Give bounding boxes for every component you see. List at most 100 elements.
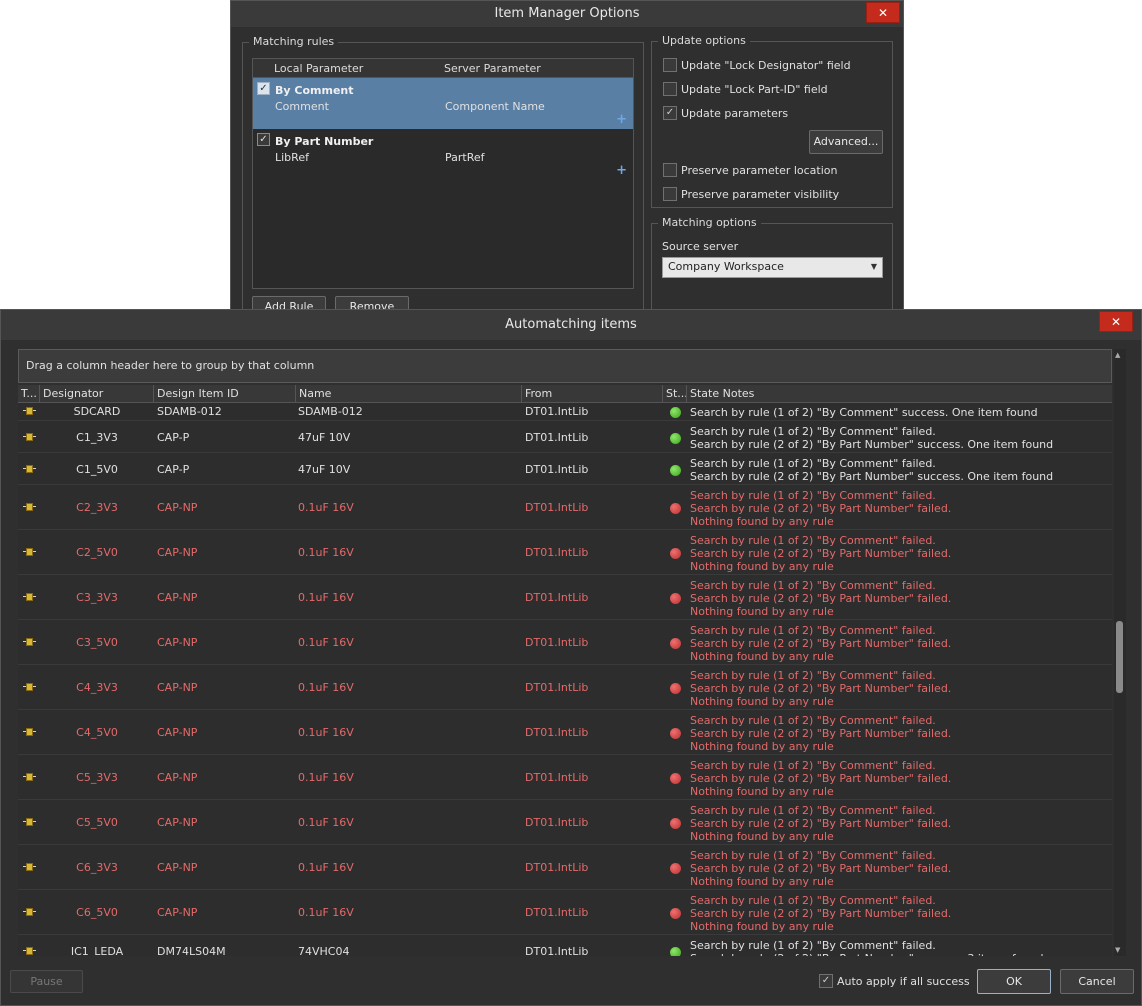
table-row[interactable]: IC1_LEDA DM74LS04M 74VHC04 DT01.IntLib Searc… <box>18 936 1112 956</box>
from-cell: DT01.IntLib <box>525 501 589 514</box>
state-note-line: Nothing found by any rule <box>690 695 834 708</box>
column-design-item-id[interactable]: Design Item ID <box>154 385 296 403</box>
state-note-line: Search by rule (1 of 2) "By Comment" fai… <box>690 624 936 637</box>
red-status-dot-icon <box>670 638 681 649</box>
red-status-dot-icon <box>670 728 681 739</box>
designator-cell: IC1_LEDA <box>70 945 124 956</box>
state-note-line: Nothing found by any rule <box>690 830 834 843</box>
state-notes-cell: Search by rule (1 of 2) "By Comment" fai… <box>690 714 951 753</box>
auto-apply-checkbox[interactable]: ✓ <box>819 974 833 988</box>
name-cell: 0.1uF 16V <box>298 906 354 919</box>
table-row[interactable]: C5_5V0 CAP-NP 0.1uF 16V DT01.IntLib Search b… <box>18 801 1112 845</box>
name-cell: 0.1uF 16V <box>298 501 354 514</box>
table-row[interactable]: C3_3V3 CAP-NP 0.1uF 16V DT01.IntLib Search b… <box>18 576 1112 620</box>
add-parameter-plus-icon[interactable]: + <box>616 112 627 127</box>
column-local-parameter[interactable]: Local Parameter <box>274 62 363 75</box>
state-note-line: Search by rule (1 of 2) "By Comment" fai… <box>690 457 936 470</box>
table-row[interactable]: SDCARD SDAMB-012 SDAMB-012 DT01.IntLib Searc… <box>18 403 1112 421</box>
design-item-id-cell: CAP-P <box>157 431 190 444</box>
scroll-down-icon[interactable]: ▼ <box>1115 946 1120 954</box>
designator-cell: C3_3V3 <box>76 591 118 604</box>
table-row[interactable]: C4_5V0 CAP-NP 0.1uF 16V DT01.IntLib Search b… <box>18 711 1112 755</box>
red-status-dot-icon <box>670 908 681 919</box>
automatching-close-button[interactable]: ✕ <box>1099 311 1133 332</box>
state-note-line: Search by rule (1 of 2) "By Comment" suc… <box>690 406 1038 419</box>
name-cell: 0.1uF 16V <box>298 681 354 694</box>
name-cell: SDAMB-012 <box>298 405 363 418</box>
scroll-up-icon[interactable]: ▲ <box>1115 351 1120 359</box>
table-row[interactable]: C1_3V3 CAP-P 47uF 10V DT01.IntLib Search by … <box>18 422 1112 453</box>
component-chip-icon <box>23 407 36 415</box>
column-type[interactable]: T... <box>18 385 40 403</box>
automatching-grid[interactable]: T... Designator Design Item ID Name From… <box>18 385 1112 956</box>
source-server-select[interactable]: Company Workspace ▼ <box>662 257 883 278</box>
state-notes-cell: Search by rule (1 of 2) "By Comment" fai… <box>690 849 951 888</box>
cancel-button[interactable]: Cancel <box>1060 969 1134 994</box>
design-item-id-cell: DM74LS04M <box>157 945 226 956</box>
rule-checkbox[interactable]: ✓ <box>257 82 270 95</box>
preserve-location-checkbox[interactable] <box>663 163 677 177</box>
state-note-line: Nothing found by any rule <box>690 560 834 573</box>
from-cell: DT01.IntLib <box>525 816 589 829</box>
rule-by-part-number[interactable]: ✓ By Part Number LibRef PartRef + <box>253 129 633 180</box>
component-chip-icon <box>23 863 36 871</box>
state-note-line: Search by rule (1 of 2) "By Comment" fai… <box>690 804 936 817</box>
column-name[interactable]: Name <box>296 385 522 403</box>
design-item-id-cell: CAP-NP <box>157 546 198 559</box>
name-cell: 0.1uF 16V <box>298 546 354 559</box>
table-row[interactable]: C2_3V3 CAP-NP 0.1uF 16V DT01.IntLib Search b… <box>18 486 1112 530</box>
column-state-notes[interactable]: State Notes <box>687 385 1112 403</box>
update-lock-designator-label: Update "Lock Designator" field <box>681 59 851 72</box>
source-server-value: Company Workspace <box>668 260 784 273</box>
grid-scrollbar[interactable]: ▲ ▼ <box>1114 349 1126 956</box>
name-cell: 47uF 10V <box>298 463 351 476</box>
pause-button[interactable]: Pause <box>10 970 83 993</box>
table-row[interactable]: C3_5V0 CAP-NP 0.1uF 16V DT01.IntLib Search b… <box>18 621 1112 665</box>
column-from[interactable]: From <box>522 385 663 403</box>
state-note-line: Nothing found by any rule <box>690 920 834 933</box>
dialog-footer: Pause ✓ Auto apply if all success OK Can… <box>1 963 1141 1005</box>
component-chip-icon <box>23 638 36 646</box>
state-note-line: Search by rule (2 of 2) "By Part Number"… <box>690 547 952 560</box>
group-by-drop-area[interactable]: Drag a column header here to group by th… <box>18 349 1112 383</box>
state-note-line: Search by rule (1 of 2) "By Comment" fai… <box>690 939 936 952</box>
red-status-dot-icon <box>670 683 681 694</box>
from-cell: DT01.IntLib <box>525 546 589 559</box>
table-row[interactable]: C6_5V0 CAP-NP 0.1uF 16V DT01.IntLib Search b… <box>18 891 1112 935</box>
scrollbar-thumb[interactable] <box>1116 621 1123 693</box>
column-designator[interactable]: Designator <box>40 385 154 403</box>
rule-checkbox[interactable]: ✓ <box>257 133 270 146</box>
ok-button[interactable]: OK <box>977 969 1051 994</box>
matching-rules-grid[interactable]: Local Parameter Server Parameter ✓ By Co… <box>252 58 634 289</box>
table-row[interactable]: C2_5V0 CAP-NP 0.1uF 16V DT01.IntLib Search b… <box>18 531 1112 575</box>
green-status-dot-icon <box>670 433 681 444</box>
column-status[interactable]: St... <box>663 385 687 403</box>
name-cell: 47uF 10V <box>298 431 351 444</box>
update-lock-part-id-checkbox[interactable] <box>663 82 677 96</box>
add-parameter-plus-icon[interactable]: + <box>616 163 627 178</box>
name-cell: 0.1uF 16V <box>298 771 354 784</box>
rule-by-comment[interactable]: ✓ By Comment Comment Component Name + <box>253 78 633 129</box>
component-chip-icon <box>23 548 36 556</box>
green-status-dot-icon <box>670 465 681 476</box>
rule-name: By Part Number <box>275 135 374 148</box>
table-row[interactable]: C5_3V3 CAP-NP 0.1uF 16V DT01.IntLib Search b… <box>18 756 1112 800</box>
update-lock-designator-checkbox[interactable] <box>663 58 677 72</box>
update-parameters-checkbox[interactable]: ✓ <box>663 106 677 120</box>
design-item-id-cell: CAP-NP <box>157 591 198 604</box>
table-row[interactable]: C6_3V3 CAP-NP 0.1uF 16V DT01.IntLib Search b… <box>18 846 1112 890</box>
column-server-parameter[interactable]: Server Parameter <box>444 62 541 75</box>
imo-close-button[interactable]: ✕ <box>866 2 900 23</box>
table-row[interactable]: C1_5V0 CAP-P 47uF 10V DT01.IntLib Search by … <box>18 454 1112 485</box>
red-status-dot-icon <box>670 548 681 559</box>
state-note-line: Nothing found by any rule <box>690 785 834 798</box>
preserve-visibility-checkbox[interactable] <box>663 187 677 201</box>
state-note-line: Nothing found by any rule <box>690 650 834 663</box>
component-chip-icon <box>23 503 36 511</box>
designator-cell: C4_5V0 <box>76 726 118 739</box>
state-note-line: Search by rule (1 of 2) "By Comment" fai… <box>690 534 936 547</box>
state-note-line: Search by rule (1 of 2) "By Comment" fai… <box>690 759 936 772</box>
table-row[interactable]: C4_3V3 CAP-NP 0.1uF 16V DT01.IntLib Search b… <box>18 666 1112 710</box>
advanced-button[interactable]: Advanced... <box>809 130 883 154</box>
state-note-line: Search by rule (1 of 2) "By Comment" fai… <box>690 849 936 862</box>
